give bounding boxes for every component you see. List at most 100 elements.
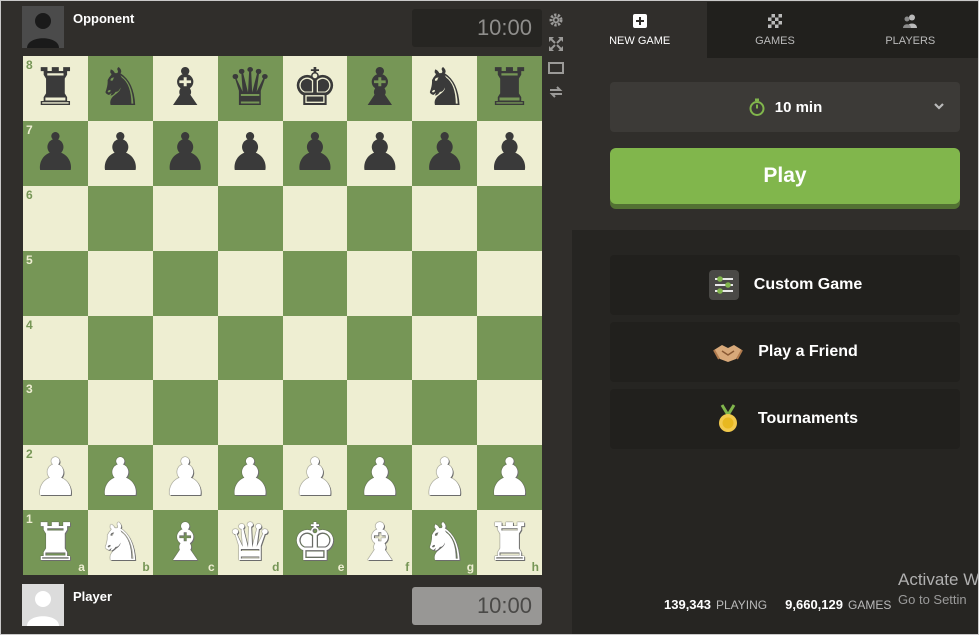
white-piece[interactable]: ♞ [421,517,468,569]
white-piece[interactable]: ♟ [162,452,209,504]
black-piece[interactable]: ♜ [32,62,79,114]
square-g7[interactable]: ♟ [412,120,478,186]
white-piece[interactable]: ♟ [486,452,533,504]
square-e8[interactable]: ♚ [282,56,348,121]
square-f6[interactable] [347,185,413,251]
square-h1[interactable]: ♜ h [477,510,542,575]
square-f3[interactable] [347,380,413,446]
square-c7[interactable]: ♟ [152,120,218,186]
square-e5[interactable] [282,250,348,316]
square-b4[interactable] [87,315,153,381]
square-a3[interactable]: 3 [23,380,88,446]
square-e6[interactable] [282,185,348,251]
square-c5[interactable] [152,250,218,316]
black-piece[interactable]: ♟ [97,127,144,179]
square-f4[interactable] [347,315,413,381]
square-h8[interactable]: ♜ [477,56,542,121]
black-piece[interactable]: ♚ [292,62,339,114]
tournaments-button[interactable]: Tournaments [610,389,960,449]
square-h2[interactable]: ♟ [477,445,542,511]
tab-games[interactable]: GAMES [707,2,842,58]
square-g2[interactable]: ♟ [412,445,478,511]
square-c1[interactable]: ♝ c [152,510,218,575]
square-a2[interactable]: ♟ 2 [23,445,88,511]
square-c2[interactable]: ♟ [152,445,218,511]
black-piece[interactable]: ♛ [227,62,274,114]
opponent-avatar[interactable] [22,6,64,48]
square-f7[interactable]: ♟ [347,120,413,186]
white-piece[interactable]: ♝ [357,517,404,569]
black-piece[interactable]: ♟ [227,127,274,179]
flip-board-button[interactable] [546,81,566,103]
square-e7[interactable]: ♟ [282,120,348,186]
square-c8[interactable]: ♝ [152,56,218,121]
square-d7[interactable]: ♟ [217,120,283,186]
white-piece[interactable]: ♜ [32,517,79,569]
white-piece[interactable]: ♞ [97,517,144,569]
black-piece[interactable]: ♝ [357,62,404,114]
custom-game-button[interactable]: Custom Game [610,255,960,315]
player-avatar[interactable] [22,584,64,626]
square-d5[interactable] [217,250,283,316]
white-piece[interactable]: ♛ [227,517,274,569]
square-b8[interactable]: ♞ [87,56,153,121]
square-g5[interactable] [412,250,478,316]
black-piece[interactable]: ♟ [292,127,339,179]
square-b5[interactable] [87,250,153,316]
square-a8[interactable]: ♜ 8 [23,56,88,121]
square-a5[interactable]: 5 [23,250,88,316]
time-control-select[interactable]: 10 min [610,82,960,132]
black-piece[interactable]: ♟ [421,127,468,179]
square-b6[interactable] [87,185,153,251]
black-piece[interactable]: ♜ [486,62,533,114]
square-d1[interactable]: ♛ d [217,510,283,575]
square-a4[interactable]: 4 [23,315,88,381]
black-piece[interactable]: ♝ [162,62,209,114]
square-f8[interactable]: ♝ [347,56,413,121]
square-f2[interactable]: ♟ [347,445,413,511]
square-e4[interactable] [282,315,348,381]
white-piece[interactable]: ♚ [292,517,339,569]
square-e2[interactable]: ♟ [282,445,348,511]
square-c4[interactable] [152,315,218,381]
white-piece[interactable]: ♟ [292,452,339,504]
square-b1[interactable]: ♞ b [87,510,153,575]
square-d8[interactable]: ♛ [217,56,283,121]
white-piece[interactable]: ♟ [227,452,274,504]
square-c6[interactable] [152,185,218,251]
square-b2[interactable]: ♟ [87,445,153,511]
square-g3[interactable] [412,380,478,446]
black-piece[interactable]: ♟ [162,127,209,179]
square-h7[interactable]: ♟ [477,120,542,186]
play-a-friend-button[interactable]: Play a Friend [610,322,960,382]
theater-mode-button[interactable] [546,57,566,79]
square-g1[interactable]: ♞ g [412,510,478,575]
square-e3[interactable] [282,380,348,446]
square-h6[interactable] [477,185,542,251]
square-d2[interactable]: ♟ [217,445,283,511]
square-a1[interactable]: ♜ 1 a [23,510,88,575]
square-f5[interactable] [347,250,413,316]
black-piece[interactable]: ♟ [486,127,533,179]
square-a6[interactable]: 6 [23,185,88,251]
white-piece[interactable]: ♟ [421,452,468,504]
black-piece[interactable]: ♞ [421,62,468,114]
square-h4[interactable] [477,315,542,381]
square-a7[interactable]: ♟ 7 [23,120,88,186]
white-piece[interactable]: ♟ [32,452,79,504]
black-piece[interactable]: ♞ [97,62,144,114]
tab-new-game[interactable]: NEW GAME [572,2,708,58]
square-f1[interactable]: ♝ f [347,510,413,575]
square-d3[interactable] [217,380,283,446]
white-piece[interactable]: ♜ [486,517,533,569]
settings-button[interactable] [546,9,566,31]
tab-players[interactable]: PLAYERS [843,2,978,58]
square-b7[interactable]: ♟ [87,120,153,186]
play-button[interactable]: Play [610,148,960,204]
white-piece[interactable]: ♟ [357,452,404,504]
square-h3[interactable] [477,380,542,446]
square-d6[interactable] [217,185,283,251]
chess-board[interactable]: ♜ 8 ♞ ♝ ♛ ♚ ♝ ♞ ♜ ♟ 7 ♟ ♟ ♟ ♟ ♟ ♟ ♟ 6 5 4 3 ♟ 2 ♟ ♟ ♟ ♟ ♟ ♟ ♟ ♜ 1 a ♞ b ♝ c ♛ d… [23,56,542,575]
white-piece[interactable]: ♝ [162,517,209,569]
square-h5[interactable] [477,250,542,316]
